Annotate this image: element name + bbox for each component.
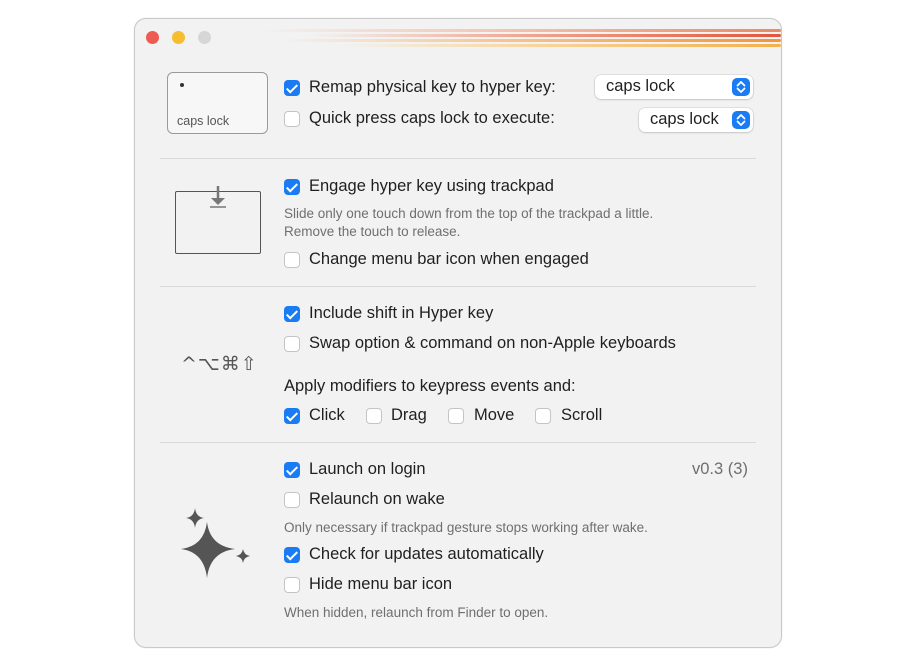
include-shift-label: Include shift in Hyper key <box>309 304 494 322</box>
hide-icon-hint: When hidden, relaunch from Finder to ope… <box>284 605 549 620</box>
engage-trackpad-checkbox[interactable] <box>284 179 300 195</box>
swap-option-command-label: Swap option & command on non-Apple keybo… <box>309 334 676 352</box>
zoom-button[interactable] <box>198 31 211 44</box>
swap-option-command-checkbox[interactable] <box>284 336 300 352</box>
minimize-button[interactable] <box>172 31 185 44</box>
click-checkbox[interactable] <box>284 408 300 424</box>
trackpad-hint-line1: Slide only one touch down from the top o… <box>284 206 654 221</box>
quick-press-select-value: caps lock <box>650 110 719 128</box>
caps-lock-led <box>180 83 184 87</box>
relaunch-hint: Only necessary if trackpad gesture stops… <box>284 520 648 535</box>
quick-press-checkbox[interactable] <box>284 111 300 127</box>
remap-checkbox[interactable] <box>284 80 300 96</box>
scroll-checkbox[interactable] <box>535 408 551 424</box>
modifier-symbols: ^⌥⌘⇧ <box>181 353 258 375</box>
section-divider <box>160 286 756 287</box>
relaunch-on-wake-label: Relaunch on wake <box>309 490 445 508</box>
section-divider <box>160 158 756 159</box>
chevron-up-down-icon <box>732 111 750 129</box>
remap-select-value: caps lock <box>606 77 675 95</box>
trackpad-illustration <box>175 186 261 254</box>
section-divider <box>160 442 756 443</box>
remap-key-select[interactable]: caps lock <box>595 75 753 99</box>
chevron-up-down-icon <box>732 78 750 96</box>
sparkles-icon <box>181 508 250 578</box>
drag-label: Drag <box>391 406 427 424</box>
launch-on-login-label: Launch on login <box>309 460 426 478</box>
apply-modifiers-label: Apply modifiers to keypress events and: <box>284 377 576 395</box>
settings-window: caps lock Remap physical key to hyper ke… <box>134 18 782 648</box>
include-shift-checkbox[interactable] <box>284 306 300 322</box>
arrow-down-icon <box>210 186 226 208</box>
check-updates-checkbox[interactable] <box>284 547 300 563</box>
launch-on-login-checkbox[interactable] <box>284 462 300 478</box>
hide-menu-bar-icon-checkbox[interactable] <box>284 577 300 593</box>
click-label: Click <box>309 406 345 424</box>
close-button[interactable] <box>146 31 159 44</box>
drag-checkbox[interactable] <box>366 408 382 424</box>
scroll-label: Scroll <box>561 406 603 424</box>
trackpad-hint-line2: Remove the touch to release. <box>284 224 461 239</box>
move-label: Move <box>474 406 515 424</box>
remap-label: Remap physical key to hyper key: <box>309 78 556 96</box>
titlebar-decoration <box>261 29 781 61</box>
move-checkbox[interactable] <box>448 408 464 424</box>
menu-bar-icon-engaged-label: Change menu bar icon when engaged <box>309 250 589 268</box>
check-updates-label: Check for updates automatically <box>309 545 544 563</box>
caps-lock-key-illustration: caps lock <box>167 72 268 134</box>
engage-trackpad-label: Engage hyper key using trackpad <box>309 177 554 195</box>
version-label: v0.3 (3) <box>692 460 748 478</box>
relaunch-on-wake-checkbox[interactable] <box>284 492 300 508</box>
menu-bar-icon-engaged-checkbox[interactable] <box>284 252 300 268</box>
quick-press-key-select[interactable]: caps lock <box>639 108 753 132</box>
quick-press-label: Quick press caps lock to execute: <box>309 109 555 127</box>
key-label: caps lock <box>177 114 230 128</box>
hide-menu-bar-icon-label: Hide menu bar icon <box>309 575 453 593</box>
